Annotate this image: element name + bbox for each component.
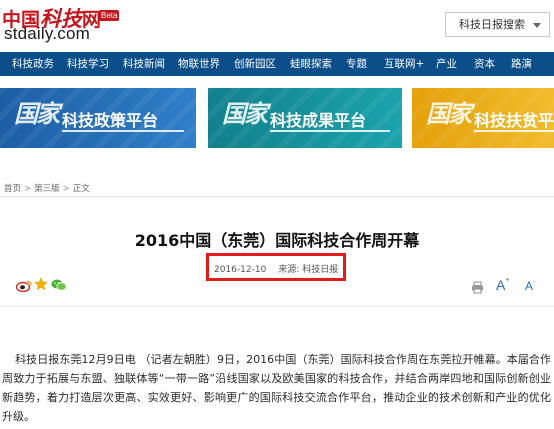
nav-item-zhuanti[interactable]: 专题: [346, 52, 367, 76]
article-meta: 2016-12-10 来源: 科技日报: [214, 262, 338, 275]
nav-item-chuangxinyuanqu[interactable]: 创新园区: [234, 52, 276, 76]
breadcrumb-home[interactable]: 首页: [4, 184, 21, 194]
breadcrumb-current: 正文: [72, 184, 90, 194]
article-body: 科技日报东莞12月9日电 （记者左朝胜）9日，2016中国（东莞）国际科技合作周…: [2, 350, 551, 426]
wechat-icon[interactable]: [51, 277, 67, 291]
star-icon[interactable]: [34, 276, 48, 291]
article-date: 2016-12-10: [214, 265, 267, 275]
article-title: 2016中国（东莞）国际科技合作周开幕: [134, 231, 420, 250]
banner-mark: 国家: [426, 99, 472, 128]
banner-policy-platform[interactable]: 国家 科技政策平台: [0, 88, 196, 148]
banner-label: 科技扶贫平: [474, 111, 554, 130]
logo-english: stdaily.com: [4, 24, 90, 43]
font-decrease-button[interactable]: A-: [525, 279, 535, 293]
nav-item-wayantansuo[interactable]: 蛙眼探索: [290, 52, 332, 76]
nav-item-kejixuexi[interactable]: 科技学习: [67, 52, 109, 76]
site-logo[interactable]: 中国科技网 Beta stdaily.com: [2, 3, 120, 43]
banner-label: 科技政策平台: [62, 111, 159, 130]
font-increase-button[interactable]: A+: [496, 277, 509, 293]
article-paragraph: 科技日报东莞12月9日电 （记者左朝胜）9日，2016中国（东莞）国际科技合作周…: [2, 353, 551, 423]
beta-badge: Beta: [99, 10, 120, 21]
breadcrumb-section[interactable]: 第三版: [34, 184, 60, 194]
nav-item-hulianwang[interactable]: 互联网+: [384, 52, 424, 76]
banner-poverty-platform[interactable]: 国家 科技扶贫平: [412, 88, 554, 148]
nav-item-ziben[interactable]: 资本: [474, 52, 495, 76]
printer-icon[interactable]: [471, 279, 484, 294]
nav-item-wulianshijie[interactable]: 物联世界: [178, 52, 220, 76]
nav-item-chanye[interactable]: 产业: [436, 52, 457, 76]
banner-results-platform[interactable]: 国家 科技成果平台: [208, 88, 402, 148]
nav-item-kejizhengwu[interactable]: 科技政务: [12, 52, 54, 76]
banner-mark: 国家: [222, 99, 268, 128]
breadcrumb: 首页 > 第三版 > 正文: [4, 184, 90, 194]
main-nav: 科技政务 科技学习 科技新闻 物联世界 创新园区 蛙眼探索 专题 互联网+ 产业…: [0, 52, 554, 76]
weibo-icon[interactable]: [15, 277, 32, 293]
banner-label: 科技成果平台: [270, 111, 367, 130]
search-scope-select[interactable]: 科技日报搜索: [445, 12, 550, 37]
nav-item-kejixinwen[interactable]: 科技新闻: [123, 52, 165, 76]
divider: [0, 306, 554, 307]
divider: [0, 196, 554, 197]
nav-item-luyan[interactable]: 路演: [511, 52, 532, 76]
site-header: 中国科技网 Beta stdaily.com 科技日报搜索: [0, 0, 554, 46]
chevron-down-icon: [533, 23, 541, 28]
banner-mark: 国家: [14, 99, 60, 128]
article-source: 来源: 科技日报: [278, 265, 339, 275]
